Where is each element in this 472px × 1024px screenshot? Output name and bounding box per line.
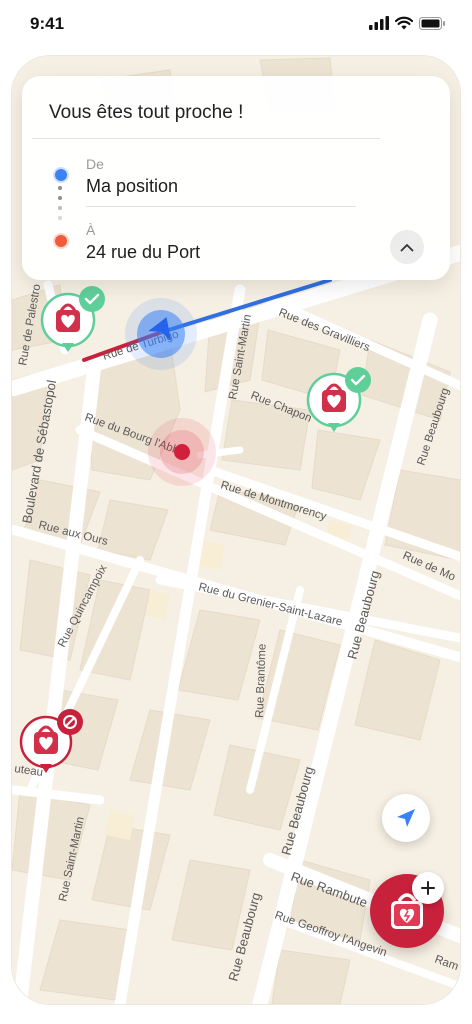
route-step-dot bbox=[58, 216, 62, 220]
route-card-title: Vous êtes tout proche ! bbox=[49, 102, 244, 123]
plus-icon bbox=[421, 881, 435, 895]
chevron-up-icon bbox=[400, 243, 414, 251]
route-step-dot bbox=[58, 206, 62, 210]
origin-value[interactable]: Ma position bbox=[86, 176, 178, 197]
route-card: Vous êtes tout proche ! De Ma position À… bbox=[22, 76, 450, 280]
status-icons bbox=[369, 16, 446, 30]
status-time: 9:41 bbox=[30, 14, 65, 33]
battery-icon bbox=[419, 16, 445, 30]
origin-label: De bbox=[86, 156, 104, 172]
status-bar: 9:41 bbox=[0, 0, 472, 52]
locate-me-button[interactable] bbox=[382, 794, 430, 842]
collapse-button[interactable] bbox=[390, 230, 424, 264]
route-step-dot bbox=[58, 186, 62, 190]
destination-marker[interactable] bbox=[148, 418, 216, 486]
navigation-arrow-icon bbox=[397, 809, 415, 827]
wifi-icon bbox=[395, 16, 413, 30]
destination-label: À bbox=[86, 222, 96, 238]
card-divider bbox=[32, 138, 380, 139]
origin-dot-icon bbox=[53, 167, 69, 183]
destination-dot-icon bbox=[53, 233, 69, 249]
user-location-marker bbox=[125, 298, 197, 370]
signal-icon bbox=[369, 16, 389, 30]
route-step-dot bbox=[58, 196, 62, 200]
add-plus-badge[interactable] bbox=[412, 872, 444, 904]
stops-divider bbox=[86, 206, 356, 207]
destination-value[interactable]: 24 rue du Port bbox=[86, 242, 200, 263]
